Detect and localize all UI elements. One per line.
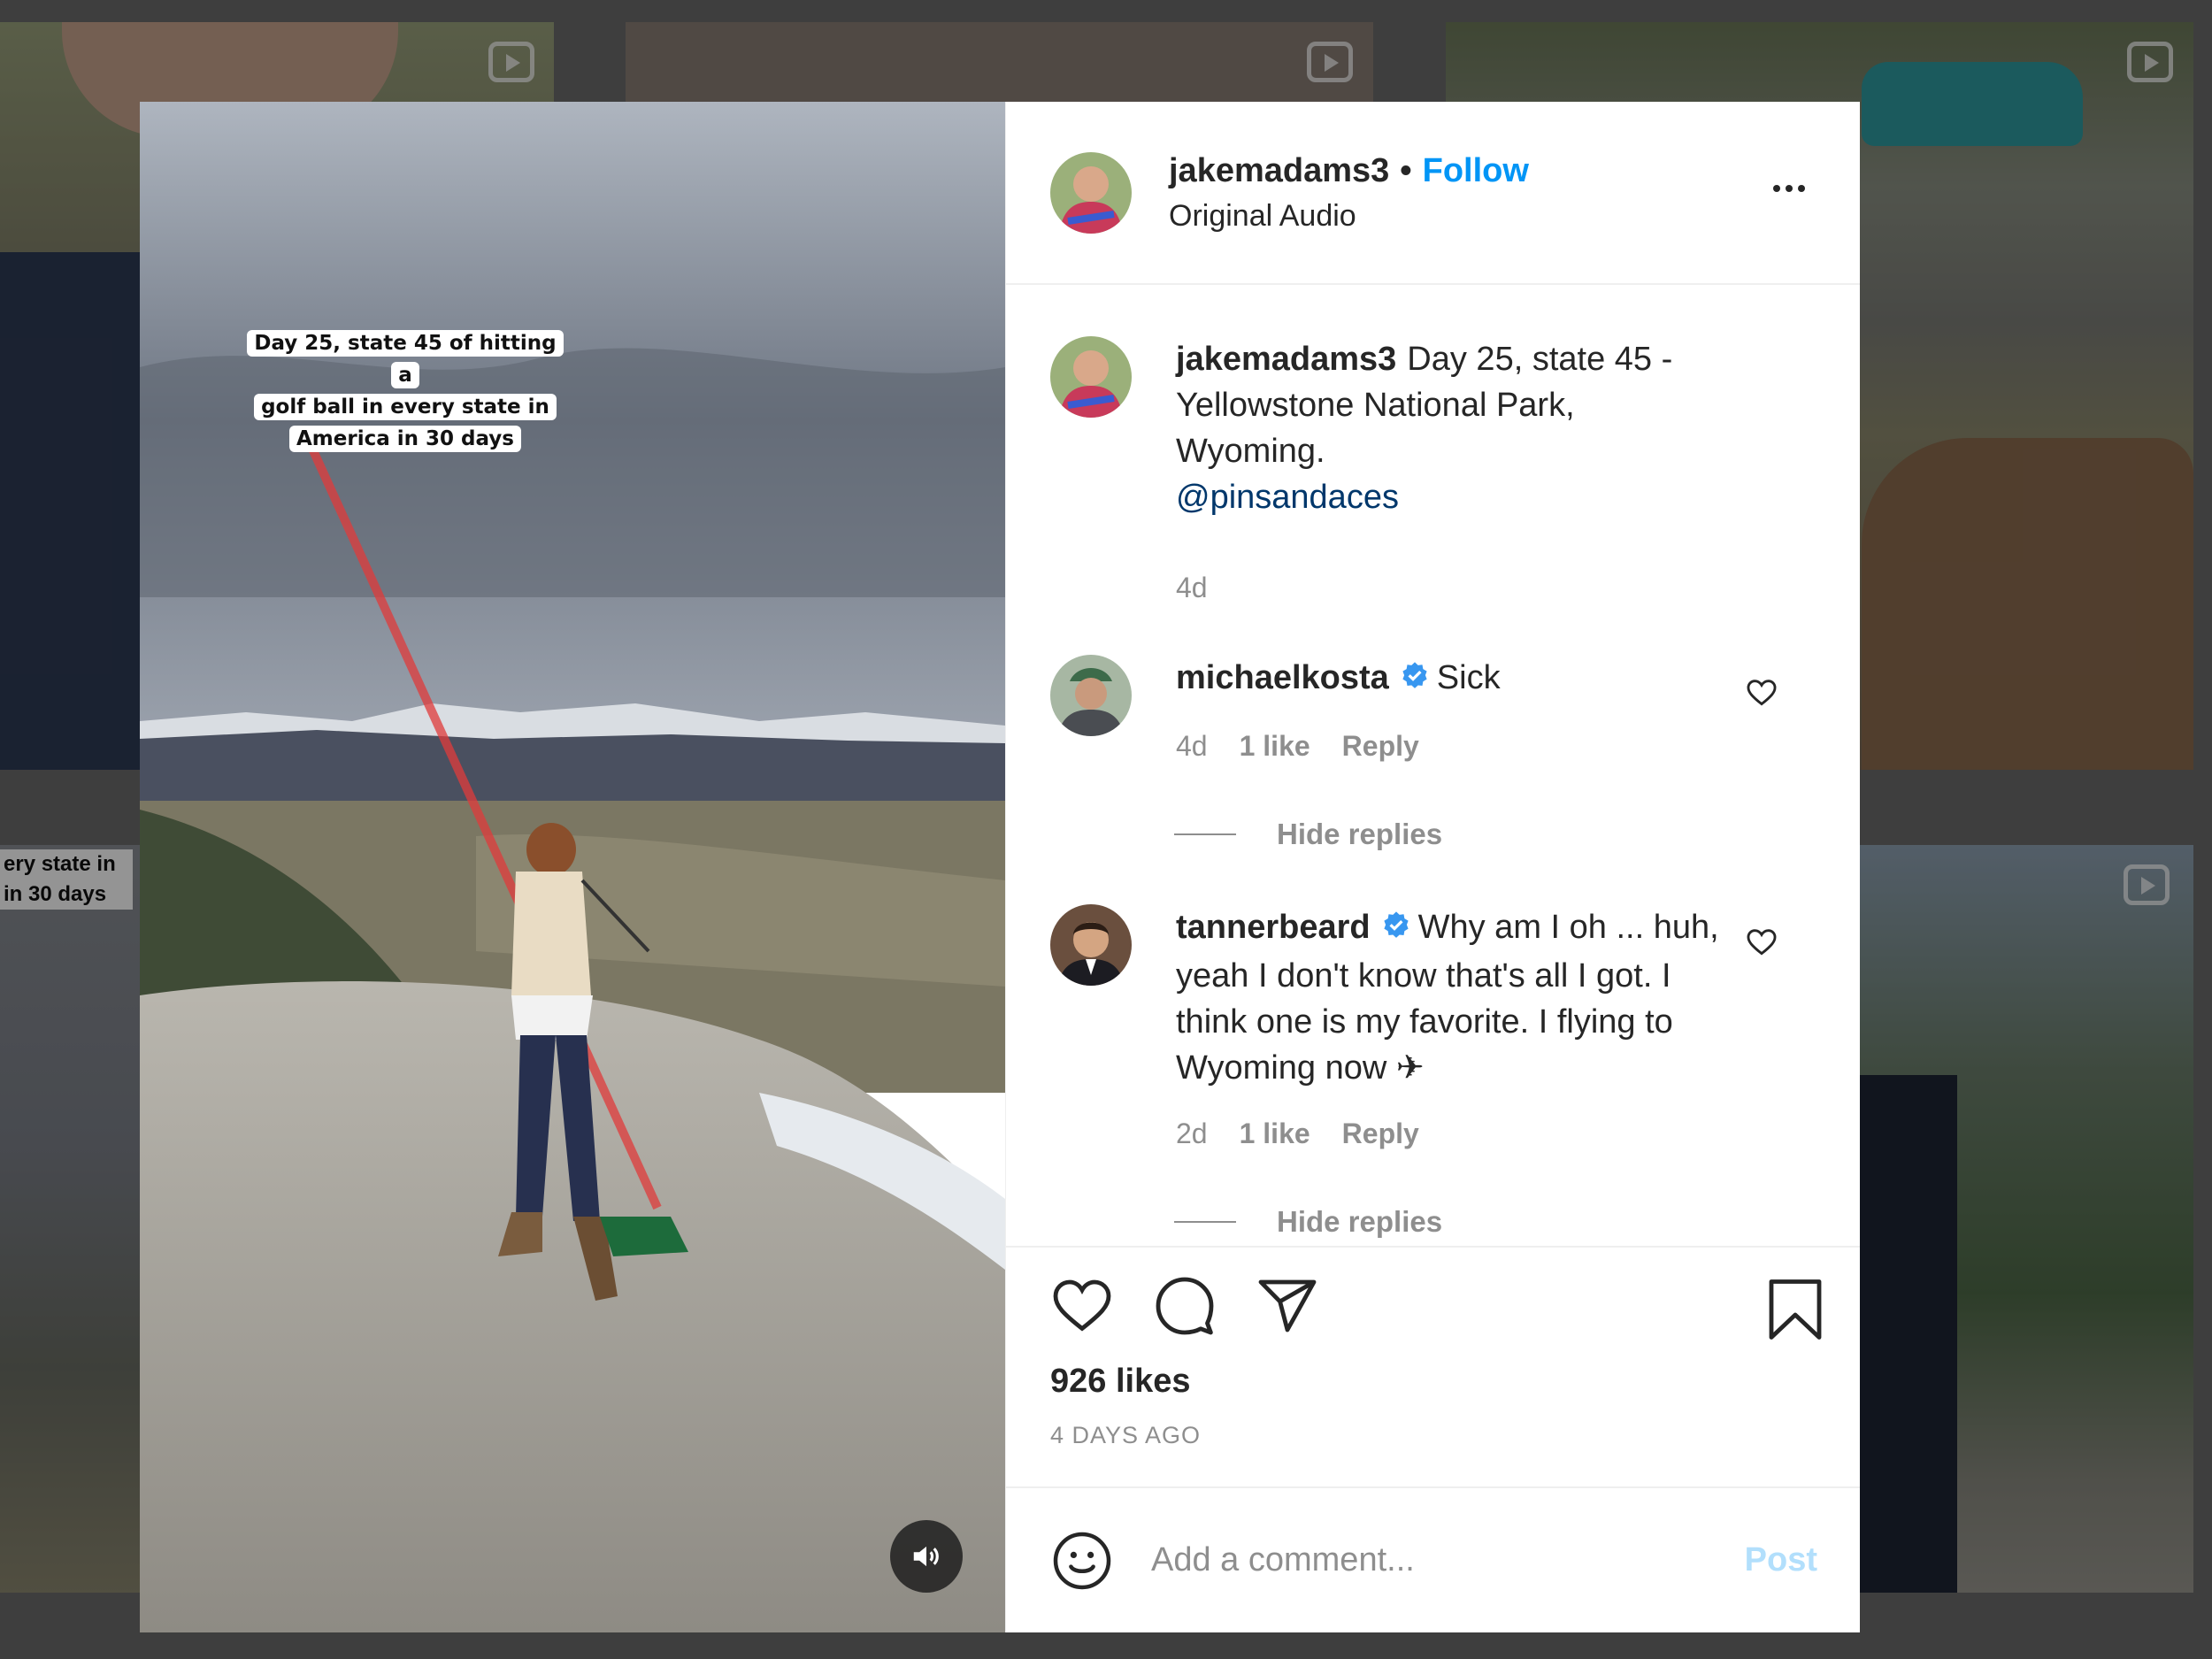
comment-icon[interactable] [1153, 1274, 1217, 1338]
reply-button[interactable]: Reply [1342, 1110, 1419, 1156]
comment-age[interactable]: 2d [1176, 1110, 1208, 1156]
share-icon[interactable] [1256, 1274, 1319, 1338]
hide-replies-button[interactable]: Hide replies [1174, 1205, 1824, 1239]
more-options-icon[interactable] [1773, 185, 1805, 192]
avatar[interactable] [1050, 904, 1132, 986]
reply-button[interactable]: Reply [1342, 723, 1419, 769]
caption-mention-link[interactable]: @pinsandaces [1176, 479, 1399, 516]
post-modal: Day 25, state 45 of hitting a golf ball … [140, 102, 1860, 1632]
avatar[interactable] [1050, 336, 1132, 418]
caption-age[interactable]: 4d [1176, 565, 1208, 611]
post-caption: jakemadams3 Day 25, state 45 - Yellowston… [1050, 336, 1824, 611]
audio-label[interactable]: Original Audio [1169, 199, 1529, 234]
post-header: jakemadams3 • Follow Original Audio [1006, 102, 1860, 285]
verified-badge-icon [1400, 657, 1430, 703]
comment-text: Sick [1436, 659, 1501, 696]
heart-icon[interactable] [1050, 1274, 1114, 1338]
overlay-line-2: golf ball in every state in [254, 394, 557, 420]
likes-count[interactable]: 926 likes [1050, 1363, 1824, 1401]
video-caption-overlay: Day 25, state 45 of hitting a golf ball … [242, 327, 569, 455]
avatar[interactable] [1050, 655, 1132, 736]
add-comment-bar: Post [1006, 1486, 1860, 1632]
caption-username[interactable]: jakemadams3 [1176, 341, 1396, 378]
overlay-line-3: America in 30 days [289, 426, 521, 452]
comment-username[interactable]: tannerbeard [1176, 909, 1371, 946]
like-comment-heart-icon[interactable] [1745, 676, 1778, 710]
hide-replies-label: Hide replies [1277, 818, 1443, 850]
header-username[interactable]: jakemadams3 [1169, 152, 1389, 190]
avatar[interactable] [1050, 151, 1132, 234]
speaker-icon [913, 1546, 939, 1567]
reel-video[interactable]: Day 25, state 45 of hitting a golf ball … [140, 102, 1005, 1632]
verified-badge-icon [1381, 907, 1411, 953]
post-info-panel: jakemadams3 • Follow Original Audio jake… [1005, 102, 1860, 1632]
comment-item: michaelkosta Sick 4d 1 like Reply [1050, 655, 1824, 769]
comment-age[interactable]: 4d [1176, 723, 1208, 769]
overlay-line-1: Day 25, state 45 of hitting a [247, 330, 564, 388]
emoji-icon[interactable] [1050, 1529, 1114, 1593]
comment-likes[interactable]: 1 like [1240, 1110, 1310, 1156]
header-separator: • [1400, 151, 1412, 189]
comment-username[interactable]: michaelkosta [1176, 659, 1389, 696]
like-comment-heart-icon[interactable] [1745, 926, 1778, 959]
replies-line [1174, 833, 1236, 835]
comment-input[interactable] [1151, 1541, 1745, 1579]
comments-list: jakemadams3 Day 25, state 45 - Yellowston… [1006, 285, 1860, 1246]
sound-toggle-button[interactable] [890, 1520, 963, 1593]
comment-likes[interactable]: 1 like [1240, 723, 1310, 769]
hide-replies-button[interactable]: Hide replies [1174, 818, 1824, 851]
follow-button[interactable]: Follow [1423, 152, 1529, 190]
post-timestamp[interactable]: 4 DAYS AGO [1050, 1422, 1824, 1449]
bookmark-icon[interactable] [1766, 1278, 1824, 1341]
hide-replies-label: Hide replies [1277, 1205, 1443, 1238]
post-comment-button[interactable]: Post [1745, 1541, 1817, 1579]
comment-item: tannerbeard Why am I oh ... huh, yeah I d… [1050, 904, 1824, 1156]
replies-line [1174, 1221, 1236, 1223]
post-actions: 926 likes 4 DAYS AGO [1006, 1246, 1860, 1486]
